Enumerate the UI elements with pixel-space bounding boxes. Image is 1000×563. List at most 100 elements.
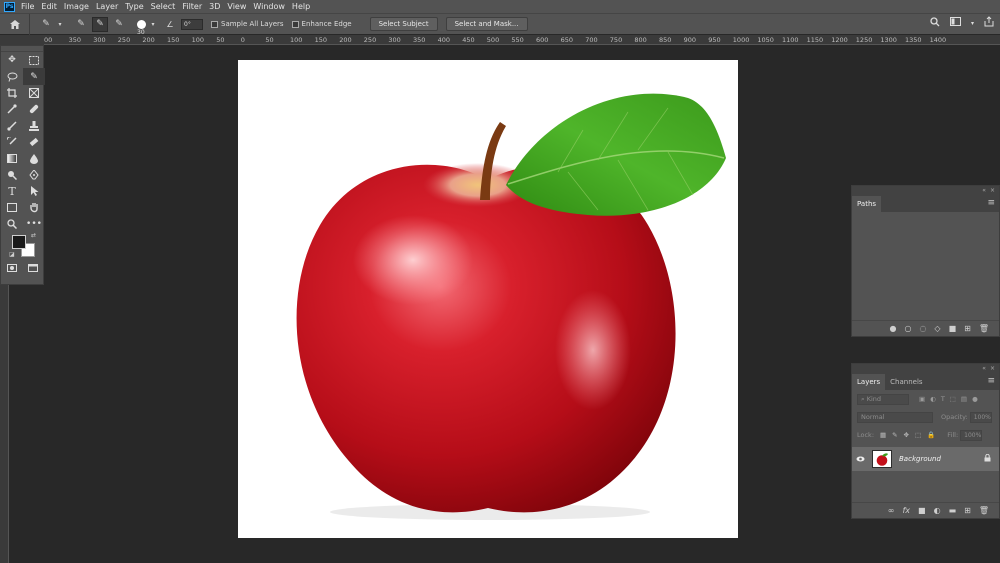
collapse-icon[interactable]: « bbox=[982, 187, 986, 194]
enhance-edge-checkbox[interactable]: Enhance Edge bbox=[291, 20, 352, 28]
move-tool-icon[interactable]: ✥ bbox=[1, 52, 23, 68]
collapse-icon[interactable]: « bbox=[982, 365, 986, 372]
menu-select[interactable]: Select bbox=[151, 0, 176, 13]
clone-stamp-tool-icon[interactable] bbox=[23, 118, 45, 134]
ruler-tick-label: 100 bbox=[290, 36, 303, 44]
marquee-tool-icon[interactable] bbox=[23, 52, 45, 68]
hand-tool-icon[interactable] bbox=[23, 200, 45, 216]
rectangle-tool-icon[interactable] bbox=[1, 200, 23, 216]
stroke-path-icon[interactable]: ○ bbox=[904, 324, 911, 333]
add-mask-icon[interactable]: ■ bbox=[918, 506, 926, 515]
fill-input[interactable]: 100% bbox=[960, 429, 983, 441]
new-layer-icon[interactable]: ⊞ bbox=[964, 506, 971, 515]
chevron-down-icon[interactable]: ▾ bbox=[150, 17, 156, 32]
tab-channels[interactable]: Channels bbox=[885, 374, 927, 390]
menu-help[interactable]: Help bbox=[292, 0, 310, 13]
crop-tool-icon[interactable] bbox=[1, 85, 23, 101]
healing-brush-tool-icon[interactable] bbox=[23, 101, 45, 117]
menu-window[interactable]: Window bbox=[253, 0, 285, 13]
document-canvas[interactable] bbox=[238, 60, 738, 538]
angle-input[interactable]: 0° bbox=[181, 18, 203, 30]
home-button[interactable] bbox=[0, 13, 30, 35]
menu-layer[interactable]: Layer bbox=[96, 0, 118, 13]
add-mask-icon[interactable]: ■ bbox=[949, 324, 957, 333]
screen-mode-icon[interactable] bbox=[27, 264, 38, 275]
make-work-path-icon[interactable]: ◇ bbox=[934, 324, 940, 333]
new-selection-icon[interactable]: ✎ bbox=[73, 17, 89, 32]
more-tools-icon[interactable]: ••• bbox=[23, 216, 45, 232]
gradient-tool-icon[interactable] bbox=[1, 150, 23, 166]
dodge-tool-icon[interactable] bbox=[1, 167, 23, 183]
close-icon[interactable]: × bbox=[990, 187, 995, 194]
load-selection-icon[interactable]: ◌ bbox=[919, 324, 926, 333]
chevron-down-icon[interactable]: ▾ bbox=[57, 17, 63, 32]
select-and-mask-button[interactable]: Select and Mask... bbox=[445, 17, 528, 31]
ruler-tick-label: 850 bbox=[659, 36, 672, 44]
panel-menu-icon[interactable]: ≡ bbox=[987, 376, 995, 386]
ruler-tick-label: 450 bbox=[462, 36, 475, 44]
eye-icon[interactable] bbox=[852, 455, 868, 464]
ruler-tick-label: 600 bbox=[536, 36, 549, 44]
filter-row: ⌕ Kind ▣◐T⬚▤ ● bbox=[852, 390, 999, 408]
tab-paths[interactable]: Paths bbox=[852, 196, 882, 212]
ruler-tick-label: 1000 bbox=[732, 36, 750, 44]
default-colors-icon[interactable]: ◪ bbox=[9, 251, 15, 258]
angle-icon: ∠ bbox=[166, 19, 174, 29]
type-tool-icon[interactable]: T bbox=[1, 183, 23, 199]
fill-path-icon[interactable]: ● bbox=[889, 324, 896, 333]
filter-type-icons[interactable]: ▣◐T⬚▤ bbox=[919, 395, 972, 403]
trash-icon[interactable]: 🗑 bbox=[979, 324, 989, 333]
layer-row[interactable]: Background bbox=[852, 447, 999, 471]
quick-selection-tool-icon[interactable]: ✎ bbox=[23, 68, 45, 85]
group-folder-icon[interactable]: ▬ bbox=[949, 506, 957, 515]
lock-icon[interactable] bbox=[984, 453, 991, 464]
eyedropper-tool-icon[interactable] bbox=[1, 101, 23, 117]
share-icon[interactable] bbox=[984, 16, 994, 30]
foreground-color-swatch[interactable] bbox=[12, 235, 26, 250]
eraser-tool-icon[interactable] bbox=[23, 134, 45, 150]
quick-selection-preset-icon[interactable]: ✎ bbox=[38, 17, 54, 32]
new-path-icon[interactable]: ⊞ bbox=[964, 324, 971, 333]
menu-file[interactable]: File bbox=[21, 0, 34, 13]
sample-all-layers-checkbox[interactable]: Sample All Layers bbox=[211, 20, 284, 28]
blend-mode-select[interactable]: Normal bbox=[857, 411, 933, 423]
workspace-icon[interactable] bbox=[949, 17, 961, 29]
ruler-tick-label: 650 bbox=[560, 36, 574, 44]
tab-layers[interactable]: Layers bbox=[852, 374, 886, 390]
pen-tool-icon[interactable] bbox=[23, 167, 45, 183]
blur-tool-icon[interactable] bbox=[23, 150, 45, 166]
panel-menu-icon[interactable]: ≡ bbox=[987, 198, 995, 208]
adjustment-layer-icon[interactable]: ◐ bbox=[934, 506, 941, 515]
lasso-tool-icon[interactable] bbox=[1, 68, 23, 84]
lock-options-icons[interactable]: ▦✎✥⬚🔒 bbox=[880, 431, 941, 439]
checkbox-box[interactable] bbox=[291, 20, 299, 28]
trash-icon[interactable]: 🗑 bbox=[979, 506, 989, 515]
menu-filter[interactable]: Filter bbox=[182, 0, 202, 13]
opacity-input[interactable]: 100% bbox=[969, 411, 992, 423]
history-brush-tool-icon[interactable] bbox=[1, 134, 23, 150]
zoom-tool-icon[interactable] bbox=[1, 216, 23, 232]
layer-name[interactable]: Background bbox=[899, 455, 941, 463]
search-icon[interactable] bbox=[930, 16, 940, 30]
add-to-selection-icon[interactable]: ✎ bbox=[92, 16, 108, 32]
chevron-down-icon[interactable]: ▾ bbox=[971, 20, 974, 27]
swap-colors-icon[interactable]: ⇄ bbox=[31, 232, 36, 239]
kind-filter-select[interactable]: ⌕ Kind bbox=[857, 393, 909, 405]
menu-view[interactable]: View bbox=[227, 0, 246, 13]
layer-style-icon[interactable]: fx bbox=[902, 506, 910, 515]
path-selection-tool-icon[interactable] bbox=[23, 183, 45, 199]
checkbox-box[interactable] bbox=[211, 20, 218, 28]
brush-size-preview[interactable]: 30 bbox=[137, 19, 146, 36]
menu-image[interactable]: Image bbox=[64, 0, 89, 13]
close-icon[interactable]: × bbox=[990, 365, 995, 372]
filter-toggle-icon[interactable]: ● bbox=[972, 395, 978, 403]
menu-3d[interactable]: 3D bbox=[209, 0, 220, 13]
quick-mask-icon[interactable] bbox=[6, 264, 17, 275]
menu-edit[interactable]: Edit bbox=[41, 0, 57, 13]
select-subject-button[interactable]: Select Subject bbox=[369, 17, 438, 31]
brush-tool-icon[interactable] bbox=[1, 118, 23, 134]
link-layers-icon[interactable]: ∞ bbox=[888, 506, 895, 515]
frame-tool-icon[interactable] bbox=[23, 85, 45, 101]
menu-type[interactable]: Type bbox=[125, 0, 143, 13]
subtract-from-selection-icon[interactable]: ✎ bbox=[111, 17, 127, 32]
